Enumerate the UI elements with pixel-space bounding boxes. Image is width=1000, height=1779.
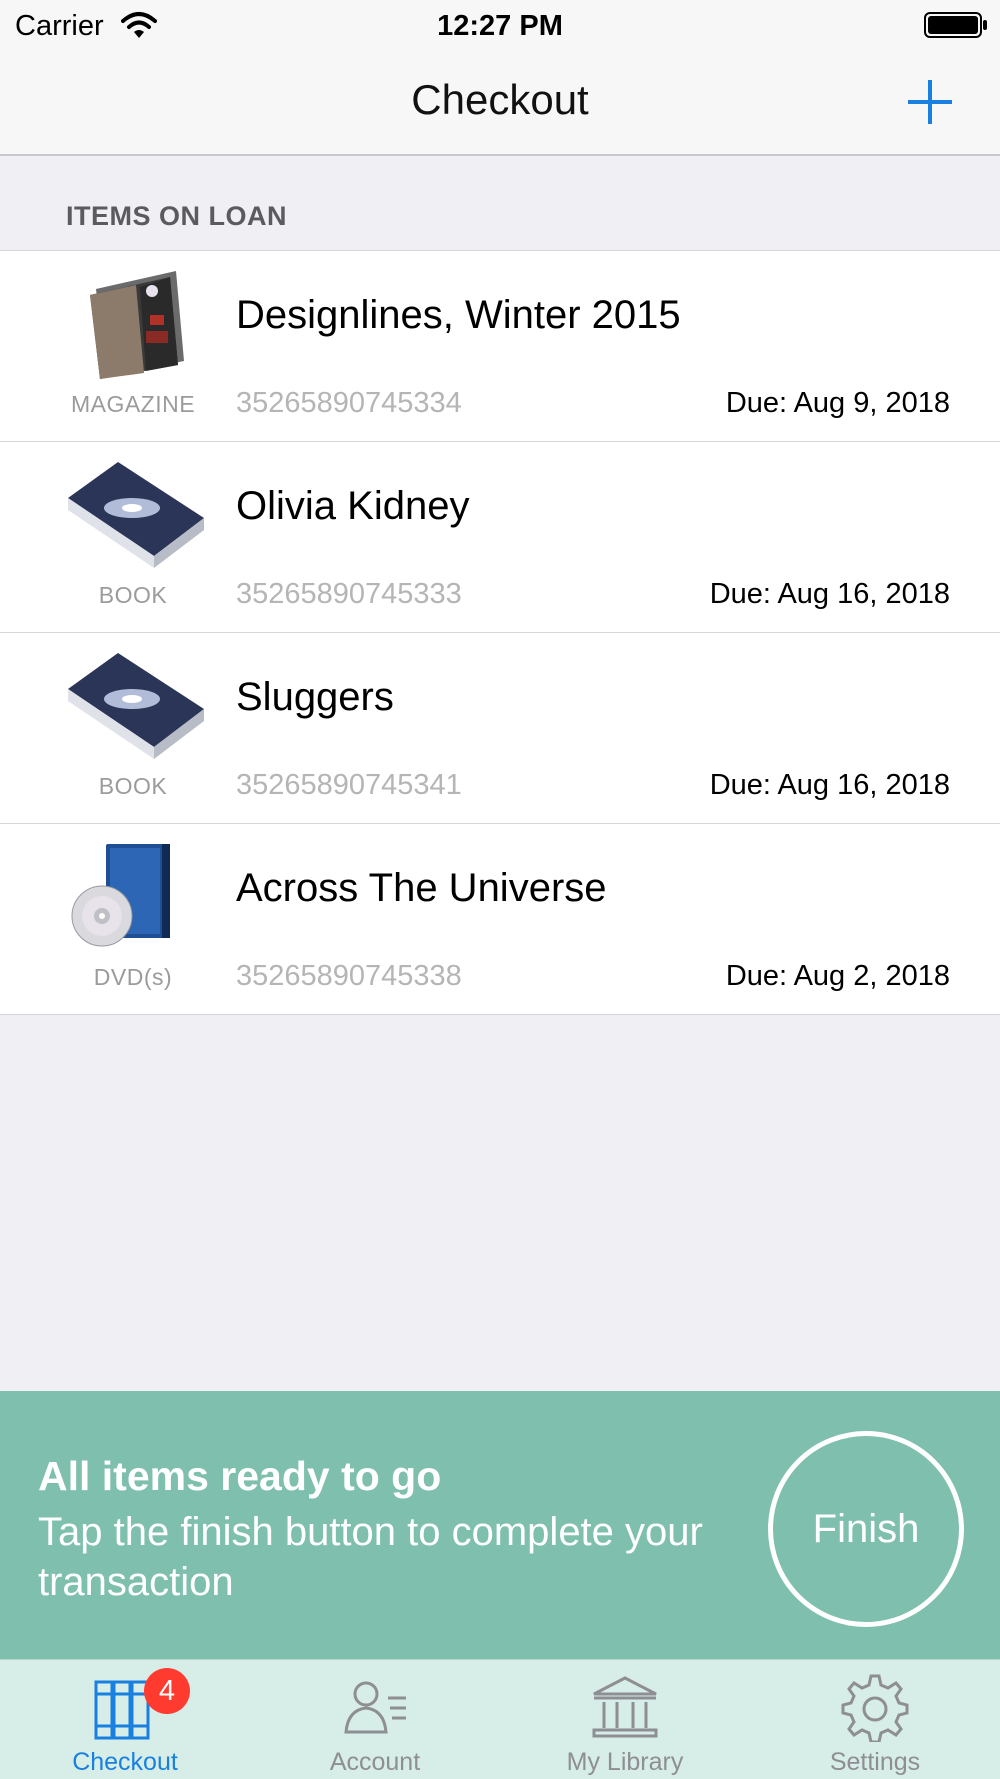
section-header: ITEMS ON LOAN	[66, 201, 287, 231]
item-due-date: Due: Aug 16, 2018	[709, 578, 950, 610]
item-barcode: 35265890745334	[236, 387, 462, 419]
item-type: MAGAZINE	[70, 391, 196, 417]
tab-account[interactable]: Account	[250, 1660, 500, 1779]
item-barcode: 35265890745341	[236, 769, 462, 801]
tab-label: My Library	[566, 1748, 684, 1776]
loan-list: MAGAZINE Designlines, Winter 2015 352658…	[0, 250, 1000, 1015]
dvd-icon	[71, 844, 170, 947]
item-title: Across The Universe	[236, 866, 607, 910]
book-icon	[68, 462, 204, 568]
ready-banner: All items ready to go Tap the finish but…	[0, 1391, 1000, 1659]
item-title: Sluggers	[236, 675, 394, 719]
item-barcode: 35265890745333	[236, 578, 462, 610]
item-due-date: Due: Aug 9, 2018	[725, 387, 950, 419]
tab-bar: 4 Checkout Account My Library Settings	[0, 1659, 1000, 1779]
item-barcode: 35265890745338	[236, 960, 462, 992]
checkout-badge: 4	[144, 1668, 190, 1714]
finish-button[interactable]: Finish	[768, 1431, 964, 1627]
list-item[interactable]: BOOK Olivia Kidney 35265890745333 Due: A…	[0, 442, 1000, 633]
battery-icon	[924, 12, 987, 38]
library-icon	[592, 1676, 658, 1738]
tab-checkout[interactable]: 4 Checkout	[0, 1660, 250, 1779]
list-item[interactable]: MAGAZINE Designlines, Winter 2015 352658…	[0, 251, 1000, 442]
page-title: Checkout	[411, 76, 589, 123]
item-type: BOOK	[98, 773, 168, 799]
status-bar: Carrier 12:27 PM	[0, 0, 1000, 50]
status-time: 12:27 PM	[437, 10, 563, 42]
gear-icon	[841, 1674, 909, 1742]
list-item[interactable]: DVD(s) Across The Universe 3526589074533…	[0, 824, 1000, 1014]
tab-label: Checkout	[72, 1748, 178, 1776]
item-due-date: Due: Aug 16, 2018	[709, 769, 950, 801]
item-title: Olivia Kidney	[236, 484, 470, 528]
banner-message: Tap the finish button to complete your t…	[38, 1510, 703, 1604]
banner-heading: All items ready to go	[38, 1453, 442, 1499]
list-item[interactable]: BOOK Sluggers 35265890745341 Due: Aug 16…	[0, 633, 1000, 824]
tab-label: Account	[329, 1748, 421, 1776]
item-type: DVD(s)	[93, 964, 173, 990]
tab-settings[interactable]: Settings	[750, 1660, 1000, 1779]
plus-icon	[908, 80, 952, 124]
book-icon	[68, 653, 204, 759]
item-due-date: Due: Aug 2, 2018	[725, 960, 950, 992]
tab-label: Settings	[829, 1748, 921, 1776]
account-icon	[344, 1681, 406, 1734]
magazine-icon	[90, 271, 184, 379]
tab-my-library[interactable]: My Library	[500, 1660, 750, 1779]
item-title: Designlines, Winter 2015	[236, 293, 681, 337]
add-item-button[interactable]	[904, 76, 956, 128]
item-type: BOOK	[98, 582, 168, 608]
navigation-bar: Checkout	[0, 50, 1000, 156]
